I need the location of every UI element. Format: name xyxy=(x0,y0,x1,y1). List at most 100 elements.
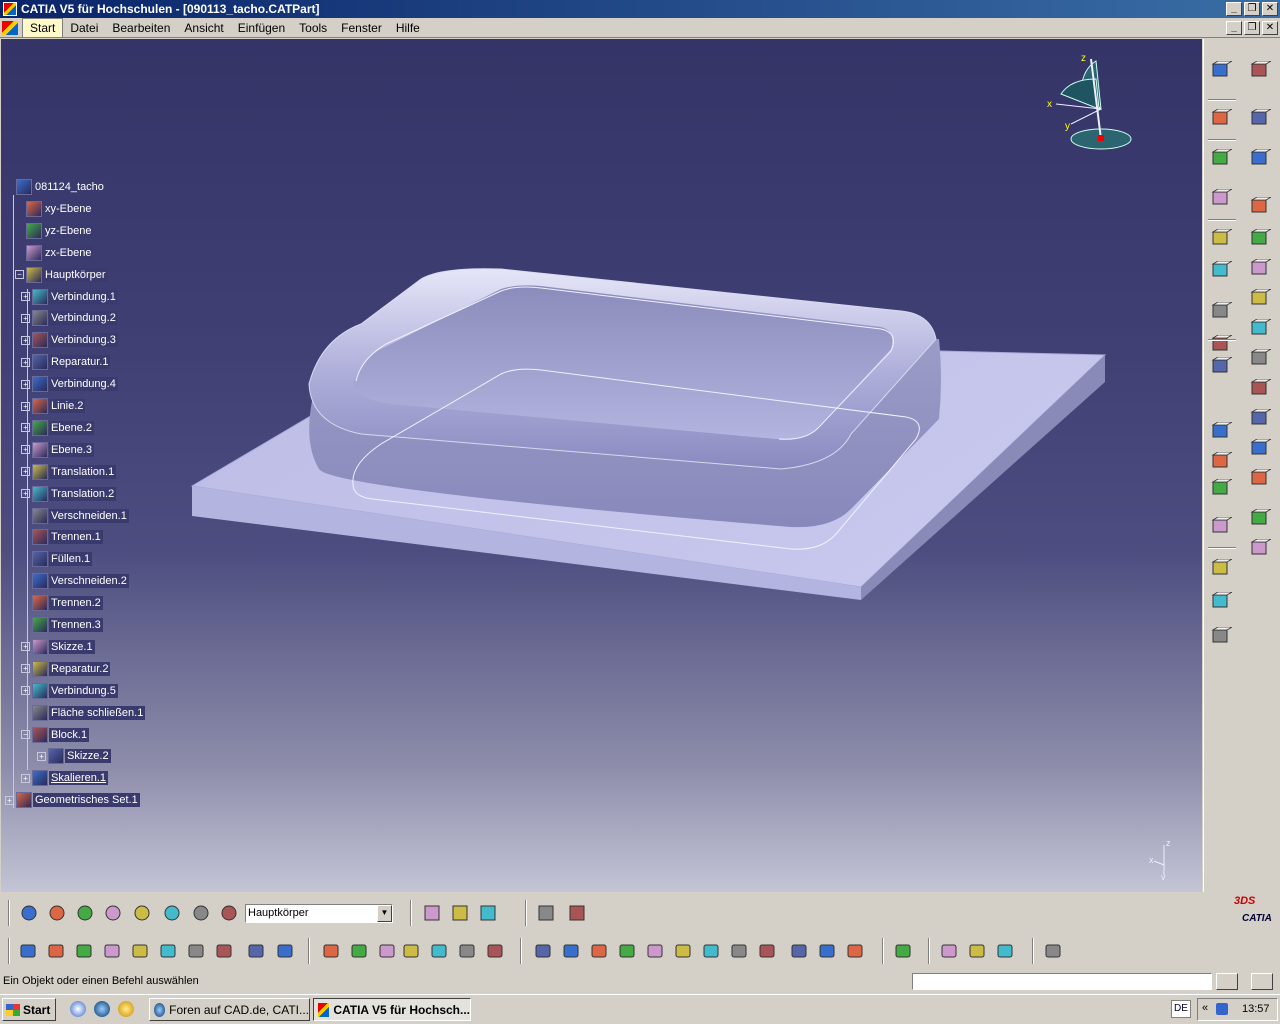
ie-icon[interactable] xyxy=(94,1001,110,1017)
stack-icon[interactable] xyxy=(190,902,212,924)
zoom-out-icon[interactable] xyxy=(672,940,694,962)
chevron-down-icon[interactable]: ▼ xyxy=(377,905,392,922)
menu-hilfe[interactable]: Hilfe xyxy=(389,19,427,37)
desktop-icon[interactable] xyxy=(70,1001,86,1017)
tree-expander[interactable]: + xyxy=(21,335,30,345)
plane-tool-icon[interactable] xyxy=(1210,516,1234,539)
measure-icon[interactable] xyxy=(102,902,124,924)
copy-icon[interactable] xyxy=(157,940,179,962)
outlook-icon[interactable] xyxy=(118,1001,134,1017)
tree-node[interactable]: Trennen.3 xyxy=(21,617,103,633)
doc-restore-button[interactable]: ❐ xyxy=(1244,21,1260,35)
tree-node-label[interactable]: yz-Ebene xyxy=(43,223,94,238)
tree-node[interactable]: + Geometrisches Set.1 xyxy=(5,792,140,809)
slot-icon[interactable] xyxy=(1249,60,1273,83)
views-icon[interactable] xyxy=(728,940,750,962)
multiview-icon[interactable] xyxy=(892,940,914,962)
iso-view-icon[interactable] xyxy=(756,940,778,962)
tree-node-label[interactable]: Skalieren.1 xyxy=(49,771,109,786)
tree-node[interactable]: + Verbindung.2 xyxy=(21,310,118,327)
language-indicator[interactable]: DE xyxy=(1171,1000,1191,1018)
eraser-icon[interactable] xyxy=(1210,60,1234,83)
lock-icon[interactable] xyxy=(456,940,478,962)
rotate-icon[interactable] xyxy=(616,940,638,962)
tree-expander[interactable]: + xyxy=(21,357,30,367)
tree-node-label[interactable]: Verbindung.4 xyxy=(49,377,118,392)
tree-node[interactable]: Fläche schließen.1 xyxy=(21,704,146,721)
tree-expander[interactable]: + xyxy=(37,751,46,761)
tree-node[interactable]: xy-Ebene xyxy=(15,200,94,217)
measure-item-icon[interactable] xyxy=(966,940,988,962)
shading-icon[interactable] xyxy=(788,940,810,962)
tree-expander[interactable]: − xyxy=(21,730,30,739)
table-icon[interactable] xyxy=(400,940,422,962)
capture-icon[interactable] xyxy=(1042,940,1064,962)
body-select[interactable]: Hauptkörper ▼ xyxy=(245,904,393,923)
cursor-icon[interactable] xyxy=(1210,188,1234,211)
navigator-icon[interactable] xyxy=(477,902,499,924)
tree-node[interactable]: + Skizze.2 xyxy=(37,748,111,765)
chamfer-icon[interactable] xyxy=(1249,258,1273,281)
hole-icon[interactable] xyxy=(1210,591,1234,614)
tree-node-label[interactable]: Füllen.1 xyxy=(49,552,93,567)
layer-icon[interactable] xyxy=(218,902,240,924)
tree-expander[interactable]: + xyxy=(21,489,30,499)
tree-icon[interactable] xyxy=(428,940,450,962)
print-icon[interactable] xyxy=(101,940,123,962)
document-icon[interactable] xyxy=(2,20,18,35)
close-button[interactable]: ✕ xyxy=(1262,2,1278,16)
knowledge-icon[interactable] xyxy=(376,940,398,962)
menu-start[interactable]: Start xyxy=(22,17,64,38)
refresh-icon[interactable] xyxy=(18,902,40,924)
groove-icon[interactable] xyxy=(1210,558,1234,581)
restore-button[interactable]: ❐ xyxy=(1244,2,1260,16)
doc-minimize-button[interactable]: _ xyxy=(1226,21,1242,35)
minimize-button[interactable]: _ xyxy=(1226,2,1242,16)
tree-node-label[interactable]: Reparatur.2 xyxy=(49,661,111,676)
tree-node[interactable]: zx-Ebene xyxy=(15,244,94,261)
tree-expander[interactable]: + xyxy=(21,423,30,433)
tree-expander[interactable]: + xyxy=(21,379,30,389)
fillet-icon[interactable] xyxy=(1249,228,1273,251)
chevron-left-icon[interactable]: « xyxy=(1202,1002,1208,1014)
tree-node-label[interactable]: Verbindung.5 xyxy=(49,683,118,698)
tree-node[interactable]: + Ebene.2 xyxy=(21,419,94,436)
tree-node[interactable]: 081124_tacho xyxy=(5,179,106,195)
cut-icon[interactable] xyxy=(129,940,151,962)
redo-icon[interactable] xyxy=(245,940,267,962)
comment-icon[interactable] xyxy=(348,940,370,962)
menu-fenster[interactable]: Fenster xyxy=(334,19,389,37)
new-icon[interactable] xyxy=(17,940,39,962)
shell-icon[interactable] xyxy=(1249,318,1273,341)
fly-icon[interactable] xyxy=(532,940,554,962)
inertia-tool-icon[interactable] xyxy=(1249,538,1273,561)
stiffener-icon[interactable] xyxy=(1249,148,1273,171)
scale-tool-icon[interactable] xyxy=(1249,508,1273,531)
start-button[interactable]: Start xyxy=(2,998,56,1021)
tree-expander[interactable]: + xyxy=(21,664,30,674)
tree-node[interactable]: Trennen.1 xyxy=(21,529,103,546)
menu-bearbeiten[interactable]: Bearbeiten xyxy=(105,19,177,37)
tree-node[interactable]: + Translation.1 xyxy=(21,463,117,480)
tree-expander[interactable]: + xyxy=(21,313,30,323)
tree-expander[interactable]: + xyxy=(21,401,30,411)
datum-icon[interactable] xyxy=(131,902,153,924)
tree-node-label[interactable]: Geometrisches Set.1 xyxy=(33,793,140,808)
shaft-icon[interactable] xyxy=(1210,478,1234,501)
tree-node-label[interactable]: Verschneiden.2 xyxy=(49,574,129,589)
open-icon[interactable] xyxy=(45,940,67,962)
paste-icon[interactable] xyxy=(185,940,207,962)
tree-node-label[interactable]: Ebene.2 xyxy=(49,420,94,435)
tree-node[interactable]: Füllen.1 xyxy=(21,551,93,568)
boolean-icon[interactable] xyxy=(1249,468,1273,491)
formula-icon[interactable] xyxy=(320,940,342,962)
select-icon[interactable] xyxy=(46,902,68,924)
tree-node[interactable]: Trennen.2 xyxy=(21,595,103,612)
plane-tool-icon[interactable] xyxy=(421,902,443,924)
status-button-1[interactable] xyxy=(1216,973,1238,990)
pattern-icon[interactable] xyxy=(1249,408,1273,431)
inertia-icon[interactable] xyxy=(994,940,1016,962)
thread-icon[interactable] xyxy=(1249,378,1273,401)
tree-node[interactable]: + Verbindung.1 xyxy=(21,288,118,305)
sheet-icon[interactable] xyxy=(535,902,557,924)
